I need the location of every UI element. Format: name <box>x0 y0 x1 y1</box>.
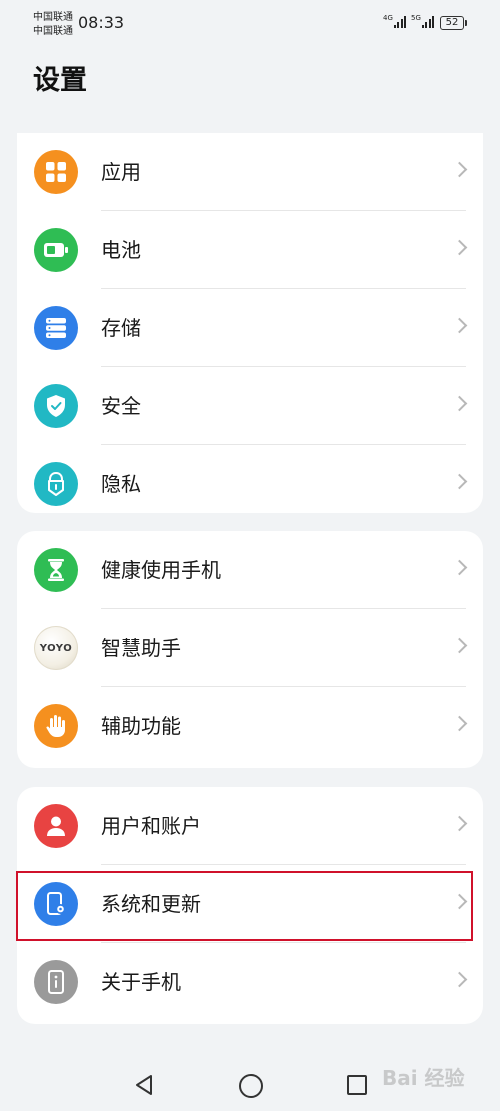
settings-item-label: 存储 <box>101 316 141 340</box>
settings-item-users-accounts[interactable]: 用户和账户 <box>17 787 483 865</box>
settings-group-1: 应用 电池 存储 安全 隐私 <box>17 133 483 513</box>
settings-item-accessibility[interactable]: 辅助功能 <box>17 687 483 765</box>
settings-item-privacy[interactable]: 隐私 <box>17 445 483 523</box>
settings-item-assistant[interactable]: YOYO 智慧助手 <box>17 609 483 687</box>
carrier-1: 中国联通 <box>33 12 73 23</box>
battery-icon <box>34 228 78 272</box>
chevron-right-icon <box>451 559 468 576</box>
chevron-right-icon <box>451 971 468 988</box>
battery-indicator-icon: 52 <box>440 16 467 30</box>
phone-info-icon <box>34 960 78 1004</box>
chevron-right-icon <box>451 161 468 178</box>
hourglass-icon <box>34 548 78 592</box>
settings-item-label: 隐私 <box>101 472 141 496</box>
privacy-lock-icon <box>34 462 78 506</box>
settings-item-label: 健康使用手机 <box>101 558 221 582</box>
network-type-2: 5G <box>411 14 421 22</box>
chevron-right-icon <box>451 715 468 732</box>
signal-strength-icon-sim1: 4G <box>383 14 407 28</box>
back-icon[interactable] <box>134 1074 154 1100</box>
chevron-right-icon <box>451 239 468 256</box>
settings-item-digital-balance[interactable]: 健康使用手机 <box>17 531 483 609</box>
hand-icon <box>34 704 78 748</box>
chevron-right-icon <box>451 637 468 654</box>
user-icon <box>34 804 78 848</box>
chevron-right-icon <box>451 395 468 412</box>
shield-check-icon <box>34 384 78 428</box>
settings-item-security[interactable]: 安全 <box>17 367 483 445</box>
recent-apps-icon[interactable] <box>347 1075 367 1095</box>
signal-strength-icon-sim2: 5G <box>411 14 435 28</box>
clock: 08:33 <box>78 13 125 32</box>
settings-group-2: 健康使用手机 YOYO 智慧助手 辅助功能 <box>17 531 483 768</box>
settings-item-storage[interactable]: 存储 <box>17 289 483 367</box>
chevron-right-icon <box>451 317 468 334</box>
storage-icon <box>34 306 78 350</box>
network-type-1: 4G <box>383 14 393 22</box>
chevron-right-icon <box>451 473 468 490</box>
settings-item-battery[interactable]: 电池 <box>17 211 483 289</box>
status-bar: 中国联通 中国联通 08:33 4G 5G 52 <box>0 0 500 46</box>
carrier-labels: 中国联通 中国联通 <box>33 11 73 39</box>
settings-item-label: 用户和账户 <box>101 814 201 838</box>
phone-settings-icon <box>34 882 78 926</box>
settings-item-apps[interactable]: 应用 <box>17 133 483 211</box>
chevron-right-icon <box>451 893 468 910</box>
settings-item-system-update[interactable]: 系统和更新 <box>17 865 483 943</box>
apps-grid-icon <box>34 150 78 194</box>
settings-item-label: 辅助功能 <box>101 714 181 738</box>
settings-item-label: 系统和更新 <box>101 892 201 916</box>
yoyo-assistant-icon: YOYO <box>34 626 78 670</box>
settings-item-label: 应用 <box>101 160 141 184</box>
home-icon[interactable] <box>239 1074 263 1098</box>
settings-group-3: 用户和账户 系统和更新 关于手机 <box>17 787 483 1024</box>
settings-item-label: 智慧助手 <box>101 636 181 660</box>
yoyo-logo-text: YOYO <box>39 642 73 654</box>
settings-item-about-phone[interactable]: 关于手机 <box>17 943 483 1021</box>
settings-item-label: 关于手机 <box>101 970 181 994</box>
chevron-right-icon <box>451 815 468 832</box>
page-title: 设置 <box>33 65 87 96</box>
settings-item-label: 电池 <box>101 238 141 262</box>
settings-item-label: 安全 <box>101 394 141 418</box>
watermark: Bai 经验 <box>382 1066 465 1090</box>
carrier-2: 中国联通 <box>33 26 73 37</box>
